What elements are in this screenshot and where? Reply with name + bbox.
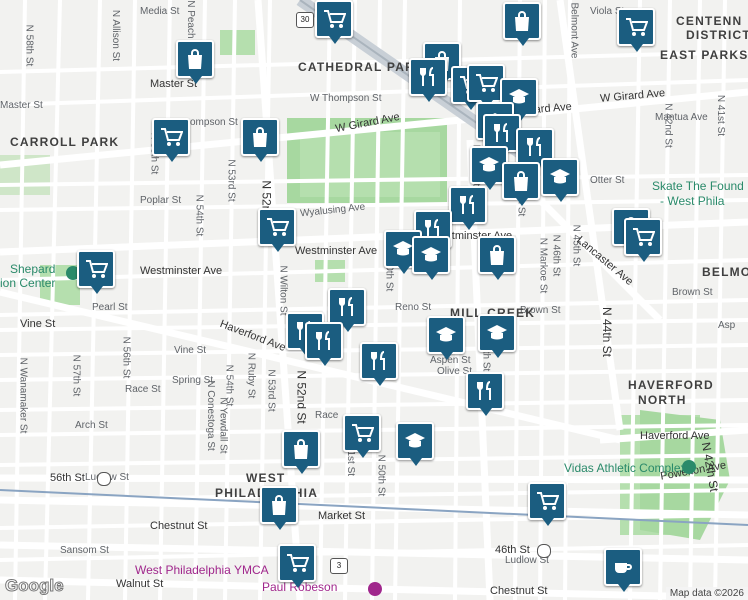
shopping-bag-marker-icon[interactable] [478, 236, 516, 280]
shopping-bag-marker-icon[interactable] [282, 430, 320, 474]
school-marker-icon[interactable] [412, 236, 450, 280]
shopping-cart-marker-icon[interactable] [528, 482, 566, 526]
shopping-bag-marker-icon[interactable] [260, 486, 298, 530]
google-logo: Google [5, 576, 65, 596]
route-shield: 3 [330, 558, 348, 574]
map-attribution: Map data ©2026 [665, 587, 748, 600]
restaurant-marker-icon[interactable] [409, 58, 447, 102]
school-marker-icon[interactable] [427, 316, 465, 360]
route-shield: 30 [296, 12, 314, 28]
museum-pin-icon[interactable] [368, 582, 382, 596]
shopping-bag-marker-icon[interactable] [241, 118, 279, 162]
subway-station-icon[interactable] [97, 472, 111, 486]
map-canvas[interactable]: N 58th St N Allison St N Peach St Media … [0, 0, 748, 600]
shopping-cart-marker-icon[interactable] [152, 118, 190, 162]
shopping-cart-marker-icon[interactable] [315, 0, 353, 44]
shopping-bag-marker-icon[interactable] [176, 40, 214, 84]
shopping-cart-marker-icon[interactable] [617, 8, 655, 52]
shopping-cart-marker-icon[interactable] [343, 414, 381, 458]
shopping-cart-marker-icon[interactable] [258, 208, 296, 252]
school-marker-icon[interactable] [396, 422, 434, 466]
school-marker-icon[interactable] [541, 158, 579, 202]
school-marker-icon[interactable] [478, 314, 516, 358]
restaurant-marker-icon[interactable] [305, 322, 343, 366]
subway-station-icon[interactable] [537, 544, 551, 558]
restaurant-marker-icon[interactable] [466, 372, 504, 416]
restaurant-marker-icon[interactable] [328, 288, 366, 332]
shopping-cart-marker-icon[interactable] [77, 250, 115, 294]
shopping-bag-marker-icon[interactable] [503, 2, 541, 46]
cafe-marker-icon[interactable] [604, 548, 642, 592]
restaurant-marker-icon[interactable] [449, 186, 487, 230]
shopping-bag-marker-icon[interactable] [502, 162, 540, 206]
shopping-cart-marker-icon[interactable] [278, 544, 316, 588]
restaurant-marker-icon[interactable] [360, 342, 398, 386]
park-pin-icon[interactable] [682, 460, 696, 474]
shopping-cart-marker-icon[interactable] [624, 218, 662, 262]
street-grid [0, 0, 748, 600]
